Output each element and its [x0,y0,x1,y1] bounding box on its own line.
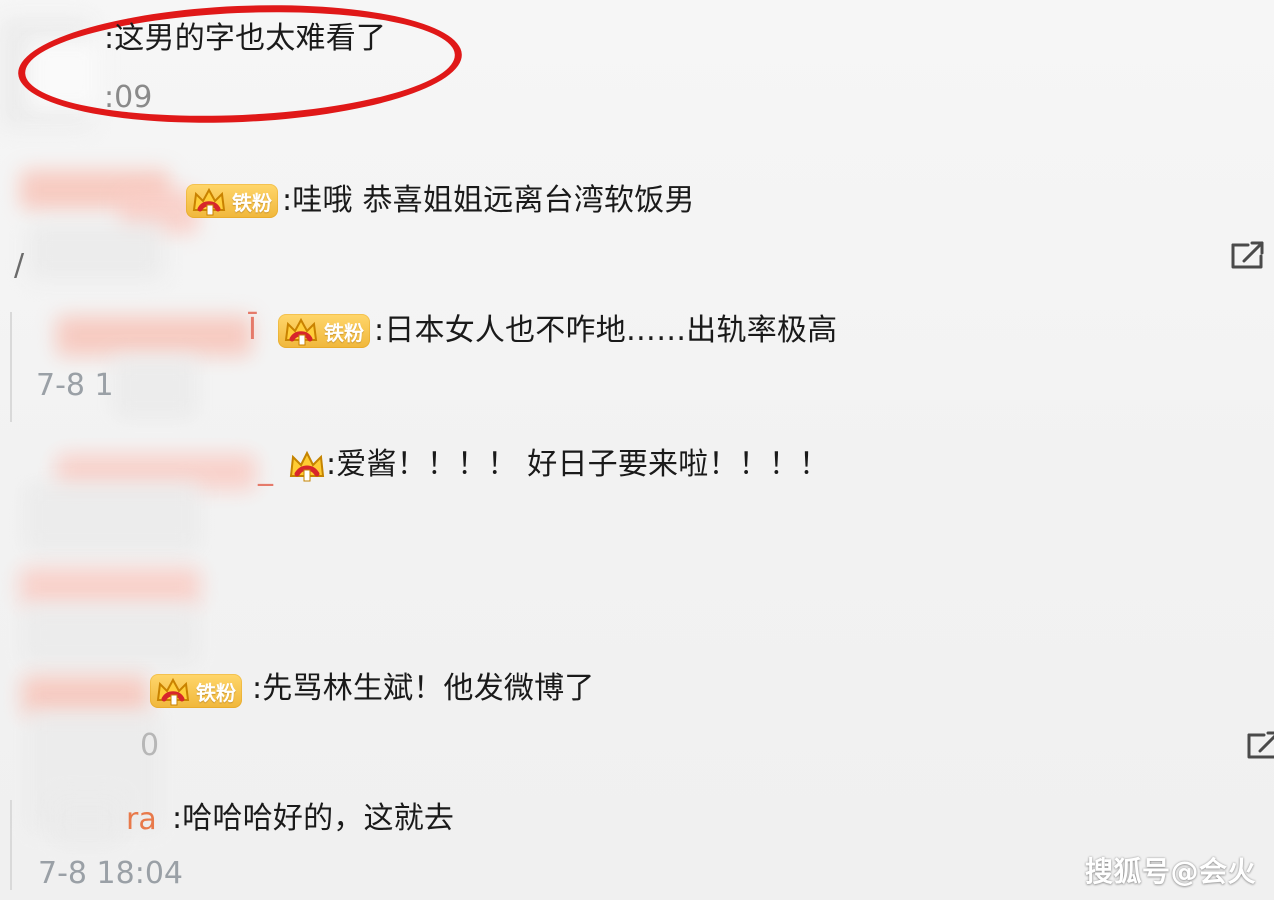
share-forward-icon[interactable] [1226,236,1268,272]
comment-time: 7-8 18:04 [38,856,183,891]
username-redaction [56,316,252,356]
comment-6: ra :哈哈哈好的，这就去 7-8 18:04 [0,790,1274,900]
crown-icon [286,446,328,484]
username-fragment: ra [126,802,157,837]
comment-1: :这男的字也太难看了 :09 [0,0,1274,135]
comment-text: :日本女人也不咋地……出轨率极高 [374,313,838,348]
watermark: 搜狐号@会火 [1085,850,1256,890]
comment-text: :哈哈哈好的，这就去 [172,801,455,836]
redaction [20,568,200,606]
avatar-redaction [52,796,122,844]
avatar-redaction [28,222,164,280]
username-suffix: _ [258,452,273,487]
crown-icon [154,674,192,708]
crown-icon [190,184,228,218]
username-redaction [22,676,148,716]
meta-redaction [112,356,198,420]
iron-fan-badge: 铁粉 [150,674,242,708]
crown-icon [282,314,320,348]
iron-fan-badge: 铁粉 [278,314,370,348]
comment-5: 铁粉 :先骂林生斌！他发微博了 0 [0,660,1274,832]
badge-label: 铁粉 [232,190,272,215]
comment-text: :先骂林生斌！他发微博了 [252,671,595,706]
redaction [22,606,198,664]
comment-4: _ :爱酱！！！！ 好日子要来啦！！！！ [0,430,1274,552]
share-forward-icon[interactable] [1242,726,1274,762]
badge-label: 铁粉 [324,320,364,345]
username-suffix: Ī [248,312,257,347]
comment-text: :这男的字也太难看了 [104,21,387,56]
comment-3: Ī 铁粉 :日本女人也不咋地……出轨率极高 7-8 1 [0,300,1274,420]
watermark-text: 搜狐号@会火 [1084,855,1256,888]
iron-fan-badge: 铁粉 [186,184,278,218]
comment-time: :09 [104,80,153,115]
comment-time: 0 [140,728,160,763]
redacted-row [0,560,1274,664]
comment-2: 铁粉 :哇哦 恭喜姐姐远离台湾软饭男 / [0,150,1274,290]
avatar-redaction [24,482,200,552]
meta-fragment: / [14,248,25,283]
badge-label: 铁粉 [196,680,236,705]
comment-text: :哇哦 恭喜姐姐远离台湾软饭男 [282,183,695,218]
comment-time: 7-8 1 [36,368,114,403]
comment-text: :爱酱！！！！ 好日子要来啦！！！！ [326,447,830,482]
comment-page: :这男的字也太难看了 :09 铁粉 :哇哦 恭喜姐姐远离台湾软饭男 / Ī 铁粉… [0,0,1274,900]
